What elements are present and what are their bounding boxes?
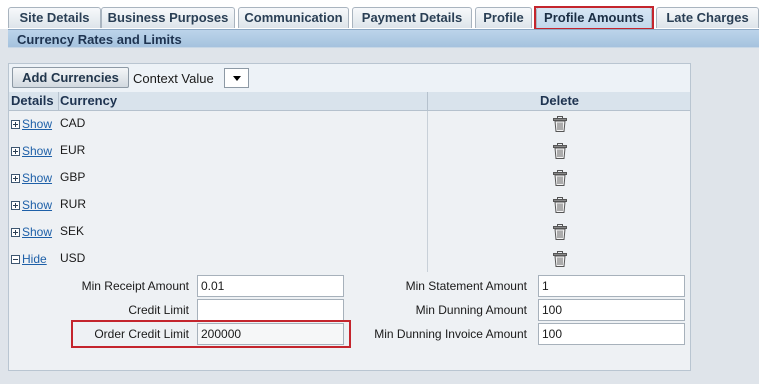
tab-site-details[interactable]: Site Details xyxy=(8,7,101,28)
min-receipt-amount-field[interactable]: 0.01 xyxy=(197,275,344,297)
trash-icon[interactable] xyxy=(553,143,567,159)
tab-bar: Site Details Business Purposes Communica… xyxy=(0,0,759,30)
tab-payment-details[interactable]: Payment Details xyxy=(352,7,472,28)
trash-icon[interactable] xyxy=(553,197,567,213)
hide-link[interactable]: Hide xyxy=(22,252,47,266)
column-divider xyxy=(427,138,428,165)
column-divider xyxy=(427,219,428,246)
column-divider xyxy=(427,111,428,138)
column-header-details: Details xyxy=(11,93,54,108)
show-toggle[interactable]: Show xyxy=(11,225,52,239)
plus-box-icon xyxy=(11,200,20,210)
tab-communication[interactable]: Communication xyxy=(238,7,349,28)
usd-detail-panel: Min Receipt Amount 0.01 Credit Limit Ord… xyxy=(9,272,690,370)
currency-cell: EUR xyxy=(60,143,86,157)
show-toggle[interactable]: Show xyxy=(11,144,52,158)
currency-cell: USD xyxy=(60,251,86,265)
tab-profile-amounts[interactable]: Profile Amounts xyxy=(536,7,652,28)
column-divider xyxy=(58,92,59,110)
min-statement-amount-label: Min Statement Amount xyxy=(405,279,527,293)
trash-icon[interactable] xyxy=(553,170,567,186)
column-divider xyxy=(427,192,428,219)
table-row: Hide USD xyxy=(9,246,690,274)
table-header: Details Currency Delete xyxy=(9,92,690,111)
show-link[interactable]: Show xyxy=(22,144,52,158)
context-value-select[interactable] xyxy=(224,68,249,88)
show-link[interactable]: Show xyxy=(22,225,52,239)
trash-icon[interactable] xyxy=(553,251,567,267)
tab-business-purposes[interactable]: Business Purposes xyxy=(101,7,235,28)
tab-late-charges[interactable]: Late Charges xyxy=(656,7,759,28)
trash-icon[interactable] xyxy=(553,116,567,132)
currency-cell: RUR xyxy=(60,197,86,211)
tab-profile[interactable]: Profile xyxy=(475,7,532,28)
min-dunning-amount-field[interactable]: 100 xyxy=(538,299,685,321)
table-row: Show CAD xyxy=(9,111,690,139)
show-link[interactable]: Show xyxy=(22,198,52,212)
plus-box-icon xyxy=(11,173,20,183)
plus-box-icon xyxy=(11,227,20,237)
column-divider xyxy=(427,165,428,192)
chevron-down-icon xyxy=(233,76,241,81)
min-dunning-amount-label: Min Dunning Amount xyxy=(415,303,527,317)
section-header: Currency Rates and Limits xyxy=(8,29,759,48)
table-row: Show GBP xyxy=(9,165,690,193)
column-header-delete: Delete xyxy=(427,92,691,110)
minus-box-icon xyxy=(11,254,20,264)
table-row: Show SEK xyxy=(9,219,690,247)
plus-box-icon xyxy=(11,146,20,156)
currency-cell: CAD xyxy=(60,116,86,130)
hide-toggle[interactable]: Hide xyxy=(11,252,47,266)
min-receipt-amount-label: Min Receipt Amount xyxy=(81,279,189,293)
page-background xyxy=(691,48,759,384)
column-divider xyxy=(427,246,428,273)
currency-table: Add Currencies Context Value Details Cur… xyxy=(8,63,691,371)
plus-box-icon xyxy=(11,119,20,129)
show-toggle[interactable]: Show xyxy=(11,117,52,131)
credit-limit-label: Credit Limit xyxy=(128,303,189,317)
table-row: Show RUR xyxy=(9,192,690,220)
show-link[interactable]: Show xyxy=(22,171,52,185)
min-dunning-invoice-amount-label: Min Dunning Invoice Amount xyxy=(374,327,527,341)
context-value-label: Context Value xyxy=(133,71,214,86)
show-link[interactable]: Show xyxy=(22,117,52,131)
credit-limit-field[interactable] xyxy=(197,299,344,321)
currency-cell: SEK xyxy=(60,224,85,238)
min-statement-amount-field[interactable]: 1 xyxy=(538,275,685,297)
trash-icon[interactable] xyxy=(553,224,567,240)
table-toolbar: Add Currencies Context Value xyxy=(9,64,690,93)
column-header-currency: Currency xyxy=(60,93,118,108)
table-row: Show EUR xyxy=(9,138,690,166)
show-toggle[interactable]: Show xyxy=(11,198,52,212)
order-credit-limit-field[interactable]: 200000 xyxy=(197,323,344,345)
show-toggle[interactable]: Show xyxy=(11,171,52,185)
min-dunning-invoice-amount-field[interactable]: 100 xyxy=(538,323,685,345)
add-currencies-button[interactable]: Add Currencies xyxy=(12,67,129,88)
order-credit-limit-label: Order Credit Limit xyxy=(94,327,189,341)
currency-cell: GBP xyxy=(60,170,86,184)
